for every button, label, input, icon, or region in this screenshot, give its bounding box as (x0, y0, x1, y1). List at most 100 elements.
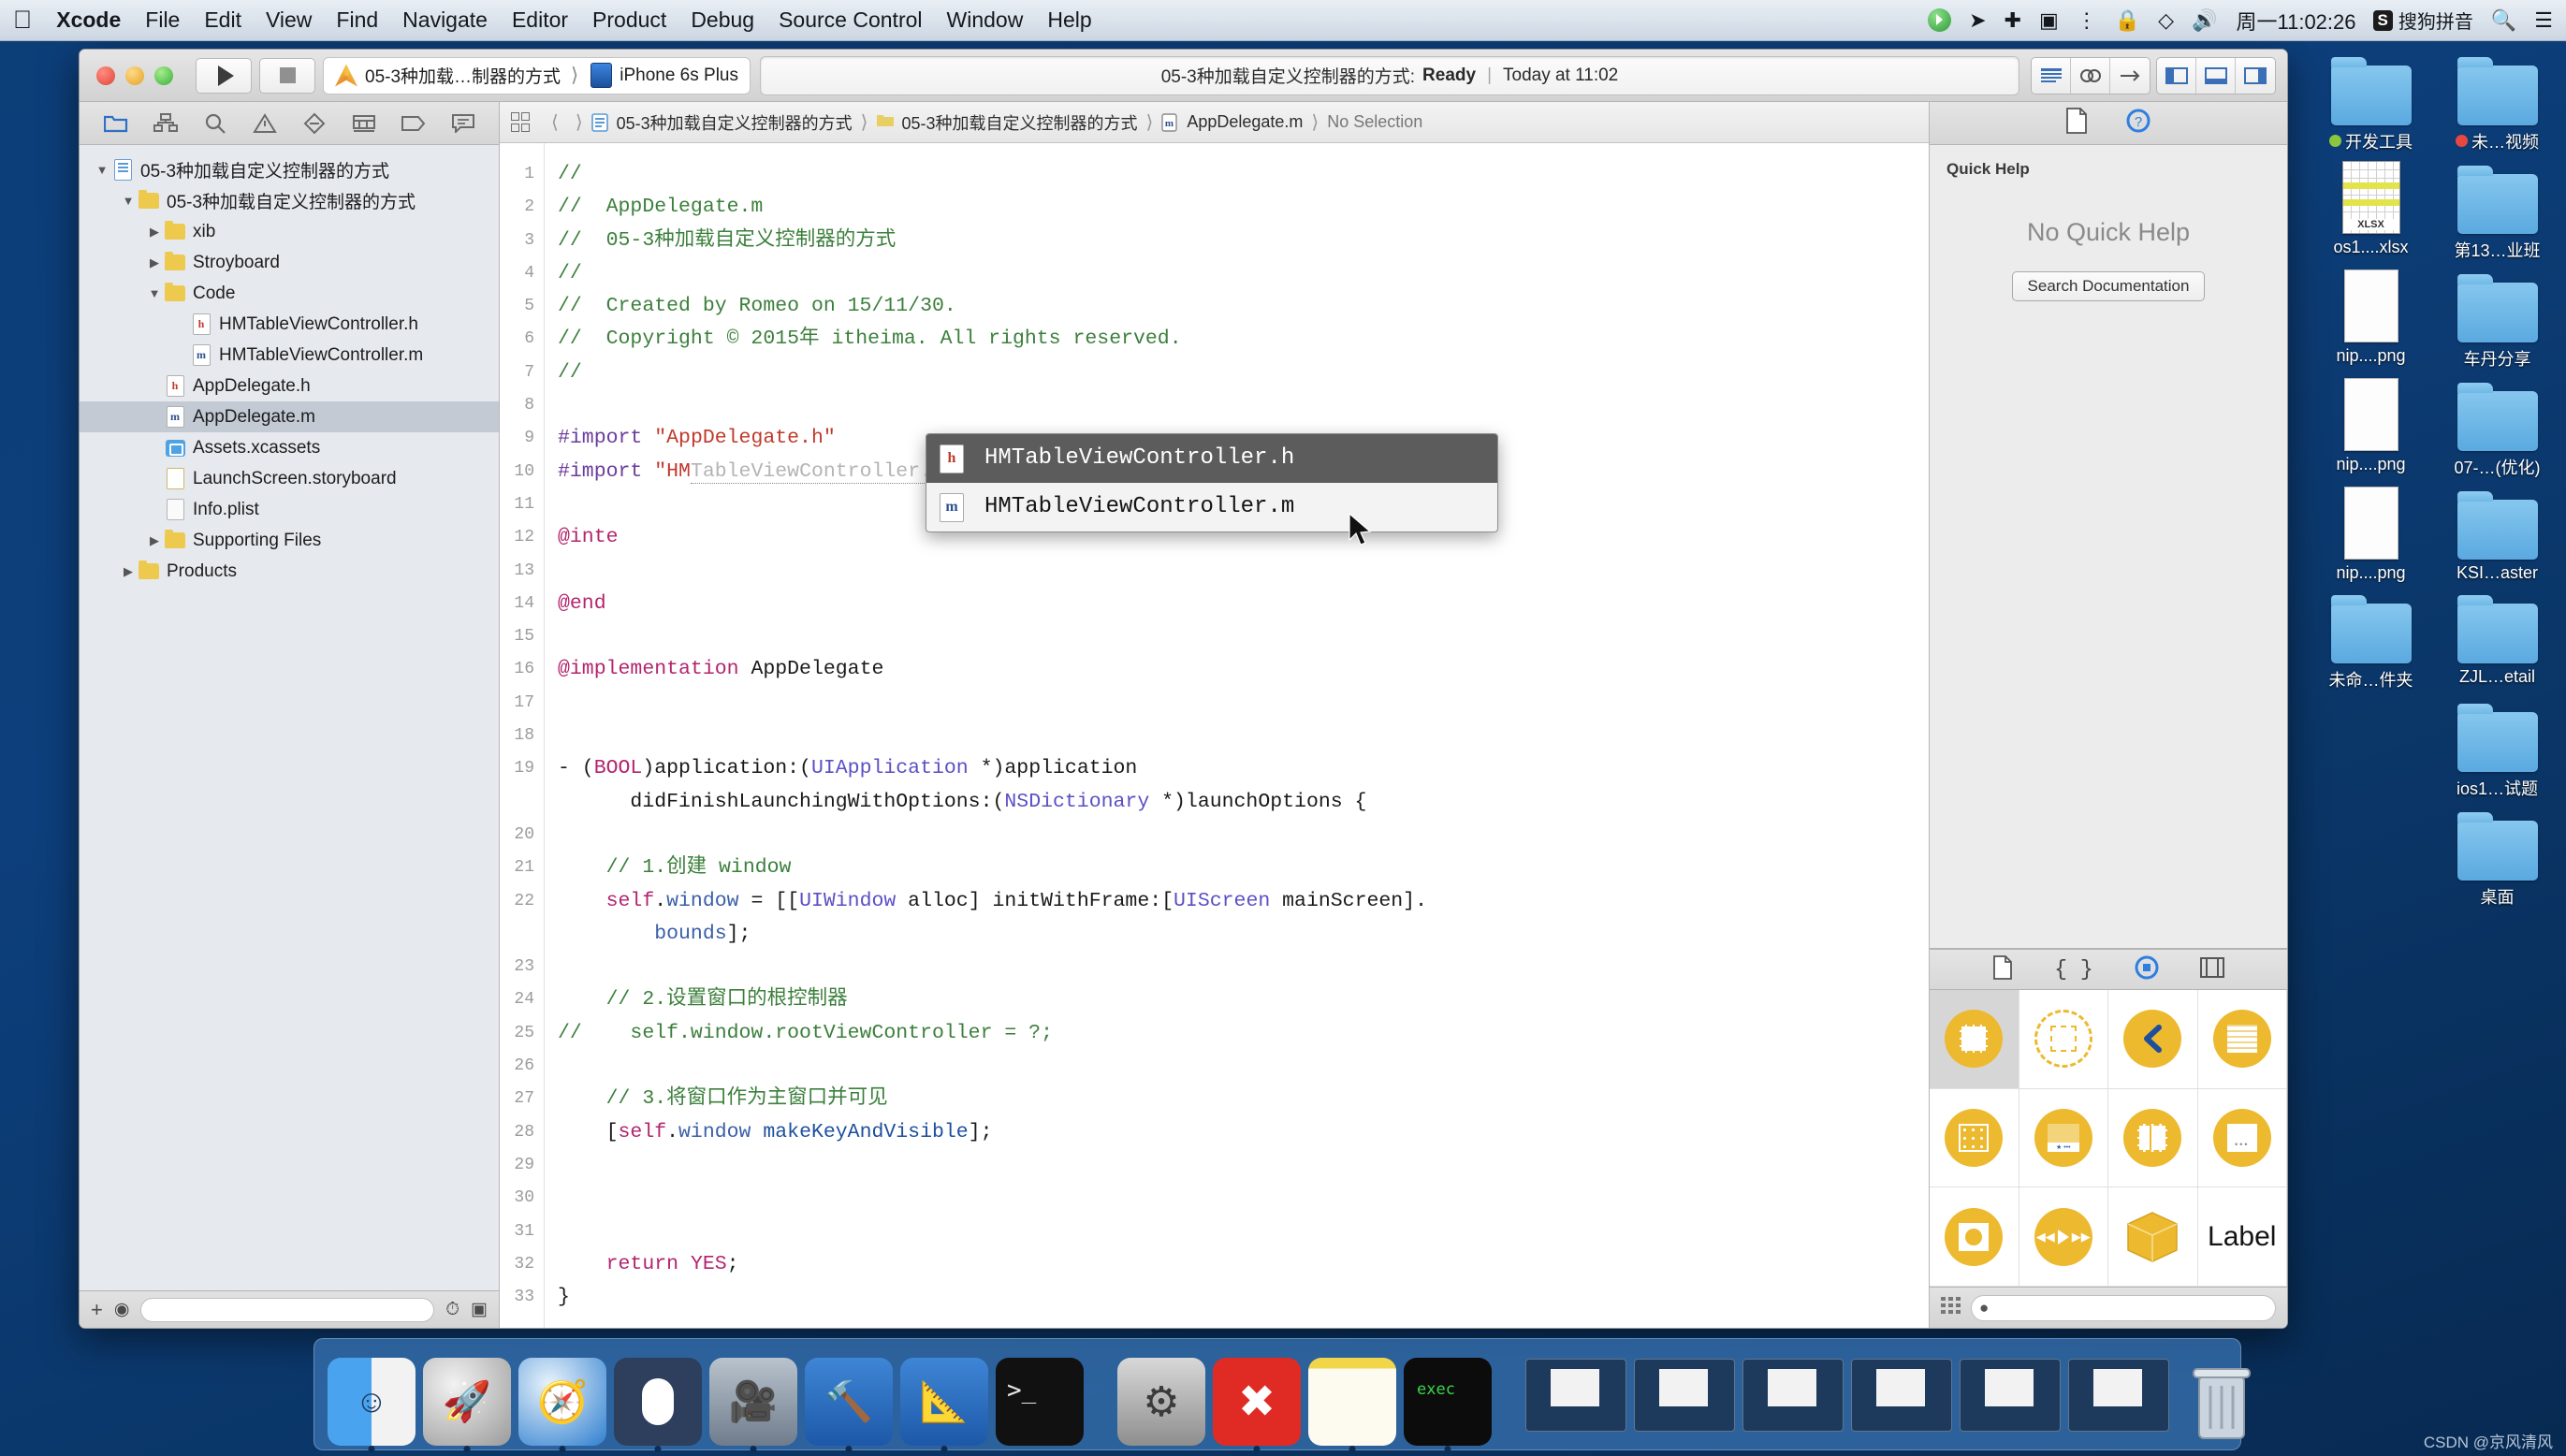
jump-bar-icon[interactable] (511, 111, 532, 133)
volume-icon[interactable]: 🔊 (2192, 8, 2217, 33)
library-item-storyboard-reference-object[interactable] (2019, 990, 2108, 1089)
disclosure-triangle-icon[interactable] (145, 225, 164, 240)
dock-item-xmind-icon[interactable]: ✖ (1213, 1358, 1301, 1452)
trash-icon[interactable] (2177, 1356, 2267, 1446)
code-line[interactable]: // (558, 357, 1929, 389)
library-item-glkit-view-controller-object[interactable] (1930, 1187, 2019, 1287)
desktop-icon[interactable]: nip....png (2308, 483, 2434, 583)
tree-item[interactable]: Assets.xcassets (80, 432, 499, 463)
dock-item-finder-icon[interactable]: ☺ (328, 1358, 416, 1452)
desktop-icon[interactable]: KSI…aster (2434, 483, 2560, 583)
toggle-debug-area-icon[interactable] (2196, 57, 2236, 94)
assistant-editor-icon[interactable] (2071, 57, 2110, 94)
library-item-page-view-controller-object[interactable]: ••• (2197, 1088, 2287, 1188)
library-item-view-controller-object[interactable] (1930, 990, 2019, 1089)
code-line[interactable]: // Copyright © 2015年 itheima. All rights… (558, 323, 1929, 356)
tree-item[interactable]: Supporting Files (80, 525, 499, 556)
menu-item-debug[interactable]: Debug (691, 7, 754, 33)
code-line[interactable] (558, 951, 1929, 983)
desktop-icon[interactable]: 07-…(优化) (2434, 374, 2560, 479)
tree-item[interactable]: xib (80, 216, 499, 247)
desktop-icon[interactable]: 桌面 (2434, 804, 2560, 909)
menu-bar-clock[interactable]: 周一11:02:26 (2237, 6, 2356, 36)
code-line[interactable] (558, 620, 1929, 653)
code-line[interactable]: // Created by Romeo on 15/11/30. (558, 290, 1929, 323)
navigator-filter-field[interactable] (140, 1297, 435, 1322)
autocomplete-item[interactable]: m HMTableViewController.m (926, 483, 1497, 531)
menu-item-product[interactable]: Product (592, 7, 666, 33)
minimize-window-button[interactable] (125, 66, 144, 85)
tree-item[interactable]: m HMTableViewController.m (80, 340, 499, 371)
code-line[interactable] (558, 819, 1929, 852)
breadcrumb-item-group[interactable]: 05-3种加载自定义控制器的方式 (901, 110, 1137, 135)
close-window-button[interactable] (96, 66, 115, 85)
desktop-icon[interactable]: ios1…试题 (2434, 695, 2560, 800)
menu-item-find[interactable]: Find (336, 7, 378, 33)
code-line[interactable] (558, 1149, 1929, 1182)
breadcrumb-item-project[interactable]: 05-3种加载自定义控制器的方式 (617, 110, 853, 135)
dock-item-notes-icon[interactable] (1308, 1358, 1396, 1452)
disclosure-triangle-icon[interactable] (145, 533, 164, 548)
disclosure-triangle-icon[interactable] (119, 194, 138, 208)
desktop-icon[interactable]: 第13…业班 (2434, 157, 2560, 262)
library-item-tab-bar-controller-object[interactable]: ★ ••• (2019, 1088, 2108, 1188)
library-item-label-object[interactable]: Label (2197, 1187, 2287, 1287)
run-button[interactable] (196, 57, 252, 94)
desktop-icon[interactable]: 开发工具 (2308, 49, 2434, 153)
menu-item-view[interactable]: View (266, 7, 312, 33)
library-item-table-view-controller-object[interactable] (2197, 990, 2287, 1089)
debug-navigator-icon[interactable] (348, 109, 380, 138)
screen-record-icon[interactable] (1928, 8, 1952, 32)
menu-item-source-control[interactable]: Source Control (779, 7, 922, 33)
breadcrumb-item-selection[interactable]: No Selection (1327, 112, 1422, 132)
menu-item-edit[interactable]: Edit (204, 7, 241, 33)
toggle-utilities-icon[interactable] (2236, 57, 2275, 94)
library-item-avkit-player-controller-object[interactable]: ◀◀ ▶▶ (2019, 1187, 2108, 1287)
control-center-icon[interactable]: ☰ (2534, 8, 2553, 33)
code-line[interactable] (558, 1050, 1929, 1083)
code-line[interactable]: [self.window makeKeyAndVisible]; (558, 1116, 1929, 1149)
dock-item-xcode-beta-icon[interactable]: 📐 (900, 1358, 988, 1452)
disclosure-triangle-icon[interactable] (145, 286, 164, 300)
menu-item-xcode[interactable]: Xcode (56, 7, 121, 33)
dock-minimized-window[interactable] (1525, 1359, 1626, 1432)
breakpoint-navigator-icon[interactable] (398, 109, 430, 138)
tree-item[interactable]: LaunchScreen.storyboard (80, 463, 499, 494)
desktop-icon[interactable]: 车丹分享 (2434, 266, 2560, 371)
bluetooth-icon[interactable]: ✚ (2005, 8, 2021, 33)
search-icon[interactable]: 🔍 (2491, 8, 2516, 33)
tree-item[interactable]: 05-3种加载自定义控制器的方式 (80, 185, 499, 216)
dock-item-quicktime-icon[interactable]: 🎥 (709, 1358, 797, 1452)
disclosure-triangle-icon[interactable] (145, 255, 164, 270)
project-file-tree[interactable]: 05-3种加载自定义控制器的方式 05-3种加载自定义控制器的方式 xib Stroy… (80, 145, 499, 1290)
autocomplete-popup[interactable]: h HMTableViewController.h m HMTableViewC… (926, 433, 1498, 532)
filter-icon[interactable]: ◉ (114, 1299, 130, 1320)
tree-item[interactable]: Products (80, 556, 499, 587)
recent-icon[interactable]: ⏱ (445, 1300, 459, 1320)
dock-item-terminal-icon[interactable]: >_ (996, 1358, 1084, 1446)
code-line[interactable] (558, 389, 1929, 422)
disclosure-triangle-icon[interactable] (93, 163, 111, 177)
version-editor-icon[interactable] (2110, 57, 2150, 94)
tree-item[interactable]: Code (80, 278, 499, 309)
scheme-selector[interactable]: 05-3种加载…制器的方式 ⟩ iPhone 6s Plus (323, 56, 751, 95)
code-line[interactable]: // self.window.rootViewController = ?; (558, 1017, 1929, 1050)
disclosure-triangle-icon[interactable] (119, 564, 138, 579)
lock-icon[interactable]: 🔒 (2115, 8, 2140, 33)
apple-logo-icon[interactable]:  (13, 7, 32, 33)
zoom-window-button[interactable] (154, 66, 173, 85)
tree-item[interactable]: h AppDelegate.h (80, 371, 499, 401)
code-snippet-library-icon[interactable]: { } (2054, 957, 2092, 982)
location-arrow-icon[interactable]: ➤ (1969, 8, 1986, 33)
menu-item-editor[interactable]: Editor (512, 7, 568, 33)
code-line[interactable]: // (558, 257, 1929, 290)
dock-minimized-window[interactable] (1851, 1359, 1952, 1432)
tree-item[interactable]: Stroyboard (80, 247, 499, 278)
grid-view-icon[interactable] (1941, 1297, 1961, 1318)
file-template-library-icon[interactable] (1992, 954, 2013, 984)
code-line[interactable]: didFinishLaunchingWithOptions:(NSDiction… (558, 786, 1929, 819)
code-line[interactable]: @implementation AppDelegate (558, 653, 1929, 686)
menu-item-file[interactable]: File (145, 7, 180, 33)
plus-icon[interactable]: + (91, 1298, 103, 1322)
desktop-icon[interactable]: nip....png (2308, 374, 2434, 479)
